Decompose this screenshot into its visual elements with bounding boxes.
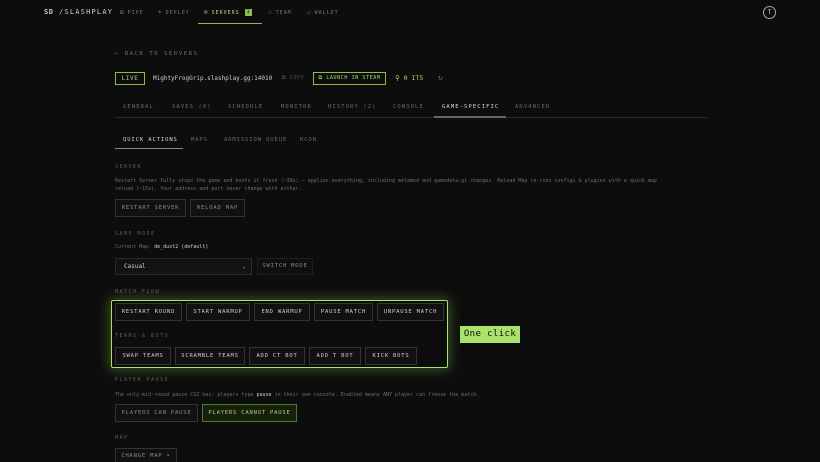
kick-bots-button[interactable]: KICK BOTS bbox=[365, 347, 417, 365]
section-label-teams-bots: TEAMS & BOTS bbox=[115, 333, 170, 339]
section-label-player-pause: PLAYER PAUSE bbox=[115, 377, 170, 383]
brand-name[interactable]: /SLASHPLAY bbox=[59, 8, 113, 16]
player-icon: ⚲ bbox=[395, 74, 404, 82]
tab-general[interactable]: GENERAL bbox=[123, 104, 154, 110]
subtab-admission-queue[interactable]: ADMISSION QUEUE bbox=[224, 137, 287, 143]
subtab-rcon[interactable]: RCON bbox=[300, 137, 317, 143]
game-mode-selected-value: Casual bbox=[124, 263, 146, 270]
add-ct-bot-button[interactable]: ADD CT BOT bbox=[249, 347, 305, 365]
servers-count-badge: 1 bbox=[244, 9, 253, 16]
section-label-map: MAP bbox=[115, 435, 129, 441]
nav-item-wallet[interactable]: ▭ WALLET bbox=[307, 9, 339, 16]
server-description: Restart Server fully stops the game and … bbox=[115, 177, 705, 193]
launch-in-steam-button[interactable]: ⧉ LAUNCH IN STEAM bbox=[313, 72, 386, 85]
team-icon: ⚇ bbox=[268, 9, 273, 16]
current-map-value: de_dust2 (default) bbox=[154, 244, 209, 250]
start-warmup-button[interactable]: START WARMUP bbox=[186, 303, 250, 321]
nav-item-label: TEAM bbox=[275, 9, 292, 16]
player-pause-description: The only-mid-round pause CS2 has: player… bbox=[115, 391, 479, 399]
nav-item-label: SERVERS bbox=[211, 9, 240, 16]
section-label-server: SERVER bbox=[115, 164, 143, 170]
refresh-icon[interactable]: ↻ bbox=[438, 73, 443, 82]
players-cannot-pause-button[interactable]: PLAYERS CANNOT PAUSE bbox=[202, 404, 297, 422]
subtab-quick-actions[interactable]: QUICK ACTIONS bbox=[123, 137, 178, 143]
tab-monitor[interactable]: MONITOR bbox=[281, 104, 312, 110]
pause-command-keyword: pause bbox=[256, 392, 272, 398]
subtab-active-underline bbox=[115, 148, 183, 149]
current-map-prefix: Current Map: bbox=[115, 244, 152, 250]
tab-console[interactable]: CONSOLE bbox=[393, 104, 424, 110]
copy-icon: ⧉ bbox=[282, 75, 290, 81]
tabs-divider bbox=[115, 117, 707, 118]
nav-item-label: PIPE bbox=[127, 9, 144, 16]
copy-label: COPY bbox=[289, 75, 305, 81]
server-address: MightyFrogGrip.slashplay.gg:14010 bbox=[153, 75, 273, 82]
game-mode-select[interactable]: Casual ⌄ bbox=[115, 258, 252, 275]
tab-schedule[interactable]: SCHEDULE bbox=[228, 104, 263, 110]
status-badge: LIVE bbox=[115, 72, 145, 85]
section-label-game-mode: GAME MODE bbox=[115, 231, 156, 237]
player-pause-desc-text: in their own console. Enabled means ANY … bbox=[274, 392, 480, 398]
nav-item-servers[interactable]: ⊘ SERVERS 1 bbox=[204, 9, 253, 16]
unpause-match-button[interactable]: UNPAUSE MATCH bbox=[377, 303, 444, 321]
tab-saves[interactable]: SAVES (0) bbox=[172, 104, 212, 110]
add-t-bot-button[interactable]: ADD T BOT bbox=[309, 347, 361, 365]
tab-advanced[interactable]: ADVANCED bbox=[515, 104, 550, 110]
nav-item-label: WALLET bbox=[314, 9, 339, 16]
one-click-callout: One click bbox=[460, 326, 520, 343]
change-map-button[interactable]: CHANGE MAP ▾ bbox=[115, 448, 177, 462]
nav-item-deploy[interactable]: + DEPLOY bbox=[158, 9, 190, 16]
section-label-match-flow: MATCH FLOW bbox=[115, 289, 161, 295]
tab-history[interactable]: HISTORY (2) bbox=[328, 104, 377, 110]
player-count: ⚲ 0 IT5 bbox=[395, 74, 423, 82]
tab-game-specific[interactable]: GAME-SPECIFIC bbox=[442, 104, 499, 110]
servers-icon: ⊘ bbox=[204, 9, 209, 16]
plus-icon: + bbox=[158, 9, 163, 16]
brand-logo-mark[interactable]: SD bbox=[44, 8, 53, 16]
nav-item-pipe[interactable]: ⊞ PIPE bbox=[120, 9, 144, 16]
tab-active-underline bbox=[434, 116, 506, 118]
user-avatar[interactable]: T bbox=[763, 6, 776, 19]
top-navigation: SD /SLASHPLAY ⊞ PIPE + DEPLOY ⊘ SERVERS … bbox=[0, 0, 820, 26]
switch-mode-button[interactable]: SWITCH MODE bbox=[257, 258, 313, 275]
wallet-icon: ▭ bbox=[307, 9, 312, 16]
nav-active-underline bbox=[198, 23, 262, 24]
server-description-line: reload (~15s). Your address and port nev… bbox=[115, 186, 302, 192]
steam-label: LAUNCH IN STEAM bbox=[326, 75, 381, 81]
back-to-servers-link[interactable]: ← BACK TO SERVERS bbox=[115, 51, 199, 57]
nav-item-team[interactable]: ⚇ TEAM bbox=[268, 9, 292, 16]
restart-server-button[interactable]: RESTART SERVER bbox=[115, 199, 186, 217]
restart-round-button[interactable]: RESTART ROUND bbox=[115, 303, 182, 321]
chevron-down-icon: ⌄ bbox=[242, 263, 246, 270]
copy-button[interactable]: ⧉ COPY bbox=[282, 75, 304, 81]
scramble-teams-button[interactable]: SCRAMBLE TEAMS bbox=[175, 347, 245, 365]
swap-teams-button[interactable]: SWAP TEAMS bbox=[115, 347, 171, 365]
players-can-pause-button[interactable]: PLAYERS CAN PAUSE bbox=[115, 404, 198, 422]
nav-item-label: DEPLOY bbox=[165, 9, 190, 16]
current-map: Current Map: de_dust2 (default) bbox=[115, 243, 208, 251]
reload-map-button[interactable]: RELOAD MAP bbox=[190, 199, 245, 217]
player-pause-desc-text: The only-mid-round pause CS2 has: player… bbox=[115, 392, 254, 398]
pause-match-button[interactable]: PAUSE MATCH bbox=[314, 303, 373, 321]
player-count-text: 0 IT5 bbox=[403, 74, 424, 82]
pipe-icon: ⊞ bbox=[120, 9, 125, 16]
server-description-line: Restart Server fully stops the game and … bbox=[115, 178, 657, 184]
end-warmup-button[interactable]: END WARMUP bbox=[254, 303, 310, 321]
subtab-maps[interactable]: MAPS bbox=[191, 137, 208, 143]
